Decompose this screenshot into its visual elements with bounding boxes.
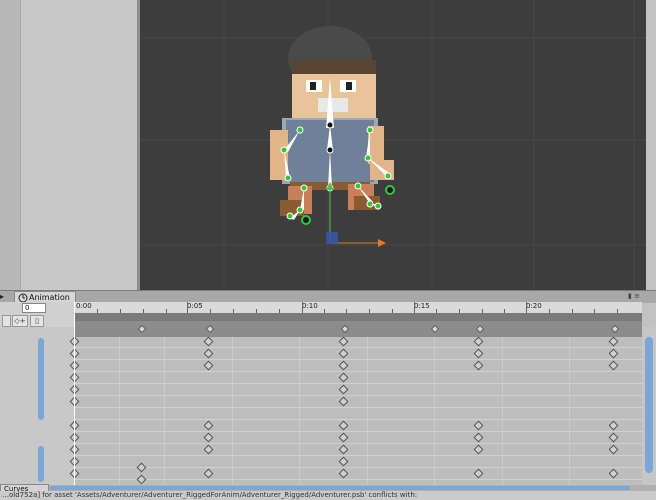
ruler-tick	[526, 302, 527, 313]
row-divider	[74, 371, 642, 372]
ruler-tick	[302, 302, 303, 313]
ruler-tick	[414, 302, 415, 313]
dopesheet[interactable]	[69, 336, 642, 485]
row-divider	[74, 383, 642, 384]
summary-keyframe[interactable]	[137, 324, 147, 334]
window-options-icons[interactable]: ▮ ≡	[628, 292, 640, 300]
keyframe[interactable]	[608, 360, 619, 371]
ruler-label-0: 0:00	[76, 302, 92, 310]
keyframe[interactable]	[608, 420, 619, 431]
row-divider	[74, 395, 642, 396]
keyframe[interactable]	[136, 462, 147, 473]
keyframe[interactable]	[338, 444, 349, 455]
keyframe[interactable]	[203, 444, 214, 455]
ruler-label-2: 0:10	[302, 302, 318, 310]
playhead[interactable]	[74, 302, 75, 485]
keyframe[interactable]	[338, 360, 349, 371]
add-keyframe-icon[interactable]: ◇+	[12, 315, 28, 327]
scene-edge	[646, 0, 656, 290]
keyframe[interactable]	[608, 336, 619, 347]
selected-joint-right-hand[interactable]	[385, 185, 395, 195]
ruler-label-1: 0:05	[187, 302, 203, 310]
horizontal-scrollbar[interactable]	[50, 486, 630, 490]
keyframe[interactable]	[473, 432, 484, 443]
scrollbar-thumb[interactable]	[645, 337, 653, 473]
summary-keyframe[interactable]	[430, 324, 440, 334]
keyframe[interactable]	[608, 468, 619, 479]
keyframe[interactable]	[473, 336, 484, 347]
keyframe[interactable]	[136, 474, 147, 485]
property-list-scrollbar[interactable]	[38, 338, 44, 420]
keyframe[interactable]	[203, 432, 214, 443]
property-list	[0, 327, 74, 485]
property-list-scrollbar-lower[interactable]	[38, 446, 44, 482]
keyframe[interactable]	[338, 396, 349, 407]
row-divider	[74, 467, 642, 468]
console-status-message[interactable]: …old752a] for asset 'Assets/Adventurer/A…	[0, 491, 656, 500]
keyframe[interactable]	[203, 420, 214, 431]
selected-joint-left-foot[interactable]	[301, 215, 311, 225]
dopesheet-vertical-scrollbar[interactable]	[642, 327, 656, 485]
row-divider	[74, 443, 642, 444]
row-divider	[74, 479, 642, 480]
ruler-tick	[187, 302, 188, 313]
keyframe[interactable]	[473, 420, 484, 431]
keyframe[interactable]	[608, 432, 619, 443]
tab-menu-icon[interactable]: ▸	[0, 292, 12, 302]
keyframe[interactable]	[203, 360, 214, 371]
row-divider	[74, 455, 642, 456]
row-divider	[74, 407, 642, 408]
summary-keyframe[interactable]	[475, 324, 485, 334]
row-divider	[74, 359, 642, 360]
hierarchy-panel	[0, 0, 140, 290]
scene-view[interactable]	[140, 0, 656, 290]
keyframe-summary-row[interactable]	[74, 313, 642, 337]
hierarchy-indent-column	[0, 0, 21, 290]
row-divider	[74, 419, 642, 420]
keyframe[interactable]	[338, 420, 349, 431]
keyframe[interactable]	[608, 348, 619, 359]
summary-keyframe[interactable]	[610, 324, 620, 334]
keyframe[interactable]	[473, 468, 484, 479]
keyframe[interactable]	[473, 360, 484, 371]
keyframe[interactable]	[338, 336, 349, 347]
keyframe[interactable]	[608, 444, 619, 455]
keyframe[interactable]	[338, 432, 349, 443]
summary-keyframe[interactable]	[205, 324, 215, 334]
keyframe[interactable]	[338, 348, 349, 359]
keyframe[interactable]	[338, 468, 349, 479]
scene-canvas[interactable]	[140, 0, 656, 290]
row-divider	[74, 347, 642, 348]
keyframe[interactable]	[203, 336, 214, 347]
keyframe[interactable]	[338, 456, 349, 467]
scene-grid	[140, 0, 656, 290]
keyframe[interactable]	[338, 372, 349, 383]
add-event-icon[interactable]: ▯	[30, 315, 44, 327]
ruler-label-4: 0:20	[526, 302, 542, 310]
keyframe[interactable]	[473, 444, 484, 455]
row-divider	[74, 431, 642, 432]
keyframe[interactable]	[338, 384, 349, 395]
event-lane[interactable]	[74, 313, 642, 321]
keyframe[interactable]	[203, 348, 214, 359]
keyframe[interactable]	[203, 468, 214, 479]
filter-button[interactable]	[2, 315, 11, 327]
frame-field[interactable]: 0	[22, 303, 46, 313]
ruler-label-3: 0:15	[414, 302, 430, 310]
summary-keyframe[interactable]	[340, 324, 350, 334]
keyframe[interactable]	[473, 348, 484, 359]
